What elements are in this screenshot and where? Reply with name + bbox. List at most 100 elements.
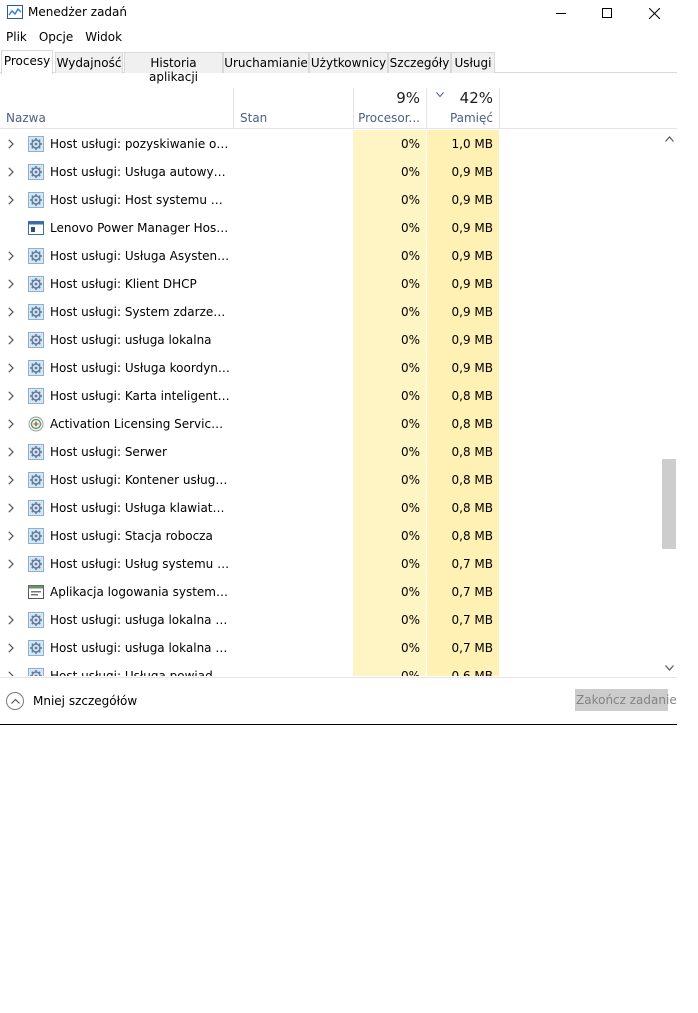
gear-icon bbox=[28, 528, 44, 544]
process-cpu: 0% bbox=[400, 305, 420, 319]
gear-icon bbox=[28, 640, 44, 656]
gear-icon bbox=[28, 444, 44, 460]
cpu-total-percent: 9% bbox=[396, 89, 420, 107]
column-divider[interactable] bbox=[499, 88, 500, 129]
chevron-right-icon[interactable] bbox=[8, 279, 14, 289]
chevron-right-icon[interactable] bbox=[8, 671, 14, 676]
minimize-icon bbox=[556, 13, 566, 14]
column-status[interactable]: Stan bbox=[240, 111, 267, 125]
process-row[interactable]: Host usługi: Usługa powiadomi... 0% 0,6 MB bbox=[0, 662, 661, 676]
process-row[interactable]: Host usługi: Kontener usługi Mi... 0% 0,8 … bbox=[0, 466, 661, 494]
menu-file[interactable]: Plik bbox=[0, 28, 33, 48]
tab-services[interactable]: Usługi bbox=[451, 52, 495, 73]
chevron-right-icon[interactable] bbox=[8, 447, 14, 457]
gear-icon bbox=[28, 668, 44, 676]
column-name[interactable]: Nazwa bbox=[6, 111, 46, 125]
footer-bar: Mniej szczegółów Zakończ zadanie bbox=[0, 677, 677, 724]
process-cpu: 0% bbox=[400, 137, 420, 151]
chevron-right-icon[interactable] bbox=[8, 475, 14, 485]
process-row[interactable]: Host usługi: usługa lokalna 0% 0,9 MB bbox=[0, 326, 661, 354]
process-row[interactable]: Host usługi: Serwer 0% 0,8 MB bbox=[0, 438, 661, 466]
process-name: Host usługi: Usługa koordynato... bbox=[50, 361, 230, 375]
process-row[interactable]: Host usługi: usługa lokalna (ogr... 0% 0,7… bbox=[0, 606, 661, 634]
process-row[interactable]: Host usługi: Klient DHCP 0% 0,9 MB bbox=[0, 270, 661, 298]
process-row[interactable]: Host usługi: Usługa klawiatury d... 0% 0,8… bbox=[0, 494, 661, 522]
minimize-button[interactable] bbox=[538, 0, 584, 26]
gear-icon bbox=[28, 472, 44, 488]
process-row[interactable]: Host usługi: Stacja robocza 0% 0,8 MB bbox=[0, 522, 661, 550]
scroll-track[interactable] bbox=[661, 147, 677, 659]
fewer-details-button[interactable]: Mniej szczegółów bbox=[6, 689, 137, 713]
chevron-right-icon[interactable] bbox=[8, 419, 14, 429]
tab-performance[interactable]: Wydajność bbox=[55, 52, 123, 73]
process-row[interactable]: Host usługi: Host systemu diag... 0% 0,9 M… bbox=[0, 186, 661, 214]
process-name: Host usługi: Usługa powiadomi... bbox=[50, 669, 230, 676]
gear-icon bbox=[28, 388, 44, 404]
process-row[interactable]: Host usługi: Usługa autowykryw... 0% 0,9 M… bbox=[0, 158, 661, 186]
column-cpu[interactable]: Procesor... bbox=[354, 111, 420, 125]
process-cpu: 0% bbox=[400, 193, 420, 207]
chevron-right-icon[interactable] bbox=[8, 335, 14, 345]
process-row[interactable]: Host usługi: Karta inteligentna 0% 0,8 MB bbox=[0, 382, 661, 410]
process-row[interactable]: Host usługi: Usługa koordynato... 0% 0,9 M… bbox=[0, 354, 661, 382]
process-memory: 0,6 MB bbox=[451, 669, 493, 676]
process-row[interactable]: Host usługi: Usługa Asystent zg... 0% 0,9 … bbox=[0, 242, 661, 270]
process-row[interactable]: Activation Licensing Service (32... 0% 0,8… bbox=[0, 410, 661, 438]
menu-options[interactable]: Opcje bbox=[33, 28, 79, 48]
process-row[interactable]: Aplikacja logowania systemu W... 0% 0,7 MB bbox=[0, 578, 661, 606]
process-row[interactable]: Host usługi: pozyskiwanie obraz... 0% 1,0 … bbox=[0, 130, 661, 158]
title-bar[interactable]: Menedżer zadań bbox=[0, 0, 677, 27]
process-cpu: 0% bbox=[400, 389, 420, 403]
menu-view[interactable]: Widok bbox=[79, 28, 128, 48]
chevron-right-icon[interactable] bbox=[8, 391, 14, 401]
process-row[interactable]: Lenovo Power Manager Host (3... 0% 0,9 MB bbox=[0, 214, 661, 242]
scroll-up-button[interactable] bbox=[661, 130, 677, 147]
column-divider[interactable] bbox=[233, 88, 234, 129]
chevron-right-icon[interactable] bbox=[8, 643, 14, 653]
chevron-right-icon[interactable] bbox=[8, 503, 14, 513]
end-task-button[interactable]: Zakończ zadanie bbox=[575, 689, 677, 711]
chevron-right-icon[interactable] bbox=[8, 559, 14, 569]
process-row[interactable]: Host usługi: System zdarzeń CO... 0% 0,9 M… bbox=[0, 298, 661, 326]
maximize-icon bbox=[602, 8, 612, 18]
process-cpu: 0% bbox=[400, 529, 420, 543]
app-window-icon bbox=[28, 220, 44, 236]
process-cpu: 0% bbox=[400, 613, 420, 627]
chevron-right-icon[interactable] bbox=[8, 139, 14, 149]
chevron-right-icon[interactable] bbox=[8, 195, 14, 205]
process-cpu: 0% bbox=[400, 669, 420, 676]
tab-startup[interactable]: Uruchamianie bbox=[223, 52, 309, 73]
process-name: Host usługi: usługa lokalna (bra... bbox=[50, 641, 230, 655]
chevron-right-icon[interactable] bbox=[8, 615, 14, 625]
tab-processes[interactable]: Procesy bbox=[1, 50, 53, 74]
logon-app-icon bbox=[28, 584, 44, 600]
column-memory[interactable]: Pamięć bbox=[427, 111, 493, 125]
tab-users[interactable]: Użytkownicy bbox=[309, 52, 388, 73]
chevron-right-icon[interactable] bbox=[8, 531, 14, 541]
scroll-thumb[interactable] bbox=[662, 459, 676, 549]
maximize-button[interactable] bbox=[584, 0, 630, 26]
chevron-right-icon[interactable] bbox=[8, 167, 14, 177]
process-row[interactable]: Host usługi: Usług systemu Win... 0% 0,7 M… bbox=[0, 550, 661, 578]
tab-details[interactable]: Szczegóły bbox=[388, 52, 451, 73]
fewer-details-label: Mniej szczegółów bbox=[33, 694, 138, 708]
chevron-right-icon[interactable] bbox=[8, 307, 14, 317]
process-row[interactable]: Host usługi: usługa lokalna (bra... 0% 0,7… bbox=[0, 634, 661, 662]
process-memory: 0,8 MB bbox=[451, 445, 493, 459]
process-name: Host usługi: usługa lokalna bbox=[50, 333, 212, 347]
process-cpu: 0% bbox=[400, 501, 420, 515]
close-icon bbox=[648, 7, 660, 19]
process-memory: 0,9 MB bbox=[451, 333, 493, 347]
tab-app-history[interactable]: Historia aplikacji bbox=[124, 52, 223, 84]
task-manager-window: Menedżer zadań Plik Opcje Widok Procesy … bbox=[0, 0, 677, 725]
process-name: Host usługi: Usługa Asystent zg... bbox=[50, 249, 230, 263]
scroll-down-button[interactable] bbox=[661, 659, 677, 676]
process-name: Host usługi: Usługa klawiatury d... bbox=[50, 501, 230, 515]
menu-bar: Plik Opcje Widok bbox=[0, 28, 128, 48]
process-memory: 0,9 MB bbox=[451, 305, 493, 319]
process-name: Host usługi: pozyskiwanie obraz... bbox=[50, 137, 230, 151]
close-button[interactable] bbox=[631, 0, 677, 26]
vertical-scrollbar[interactable] bbox=[661, 130, 677, 676]
chevron-right-icon[interactable] bbox=[8, 363, 14, 373]
chevron-right-icon[interactable] bbox=[8, 251, 14, 261]
